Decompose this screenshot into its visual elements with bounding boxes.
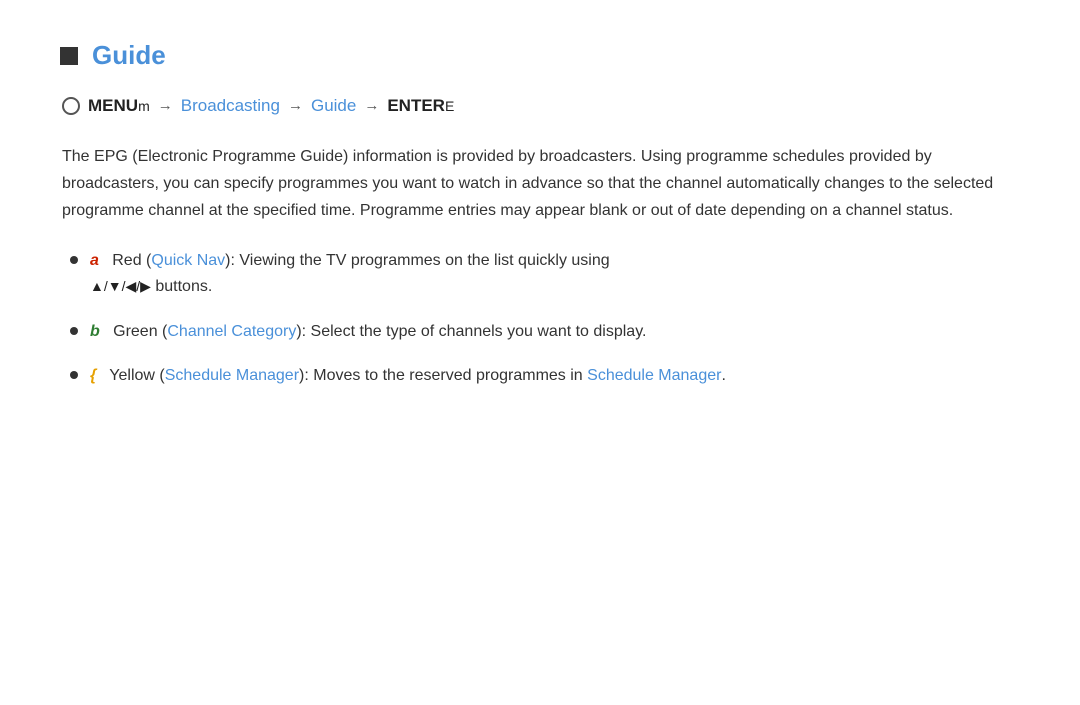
guide-link[interactable]: Guide (311, 93, 356, 119)
bullet-list: a Red (Quick Nav): Viewing the TV progra… (70, 248, 1020, 390)
bullet-content-quicknav: a Red (Quick Nav): Viewing the TV progra… (90, 248, 1020, 301)
bullet-dot-icon (70, 327, 78, 335)
enter-suffix: E (445, 98, 454, 114)
page-container: Guide MENUm → Broadcasting → Guide → ENT… (60, 30, 1020, 390)
bullet-dot-icon (70, 256, 78, 264)
bullet-content-channelcategory: b Green (Channel Category): Select the t… (90, 319, 1020, 345)
color-letter-red: a (90, 252, 99, 269)
quick-nav-link[interactable]: Quick Nav (151, 252, 225, 269)
section-title: Guide (92, 40, 166, 71)
arrow-3: → (364, 95, 379, 118)
description-text: The EPG (Electronic Programme Guide) inf… (62, 143, 1020, 225)
menu-suffix: m (138, 98, 150, 114)
list-item: b Green (Channel Category): Select the t… (70, 319, 1020, 345)
section-header: Guide (60, 40, 1020, 71)
menu-circle-icon (62, 97, 80, 115)
schedule-manager-link-2[interactable]: Schedule Manager (587, 367, 721, 384)
menu-path: MENUm → Broadcasting → Guide → ENTERE (62, 93, 1020, 119)
color-letter-yellow: { (90, 367, 96, 384)
section-icon (60, 47, 78, 65)
broadcasting-link[interactable]: Broadcasting (181, 93, 280, 119)
schedule-manager-link-1[interactable]: Schedule Manager (165, 367, 299, 384)
bullet-content-schedulemanager: { Yellow (Schedule Manager): Moves to th… (90, 363, 1020, 389)
bullet-dot-icon (70, 371, 78, 379)
color-letter-green: b (90, 323, 100, 340)
channel-category-link[interactable]: Channel Category (167, 323, 296, 340)
menu-label: MENUm (88, 93, 150, 119)
list-item: a Red (Quick Nav): Viewing the TV progra… (70, 248, 1020, 301)
enter-label: ENTERE (387, 93, 454, 119)
nav-arrows: ▲/▼/◀/▶ (90, 278, 151, 294)
arrow-1: → (158, 95, 173, 118)
arrow-2: → (288, 95, 303, 118)
list-item: { Yellow (Schedule Manager): Moves to th… (70, 363, 1020, 389)
